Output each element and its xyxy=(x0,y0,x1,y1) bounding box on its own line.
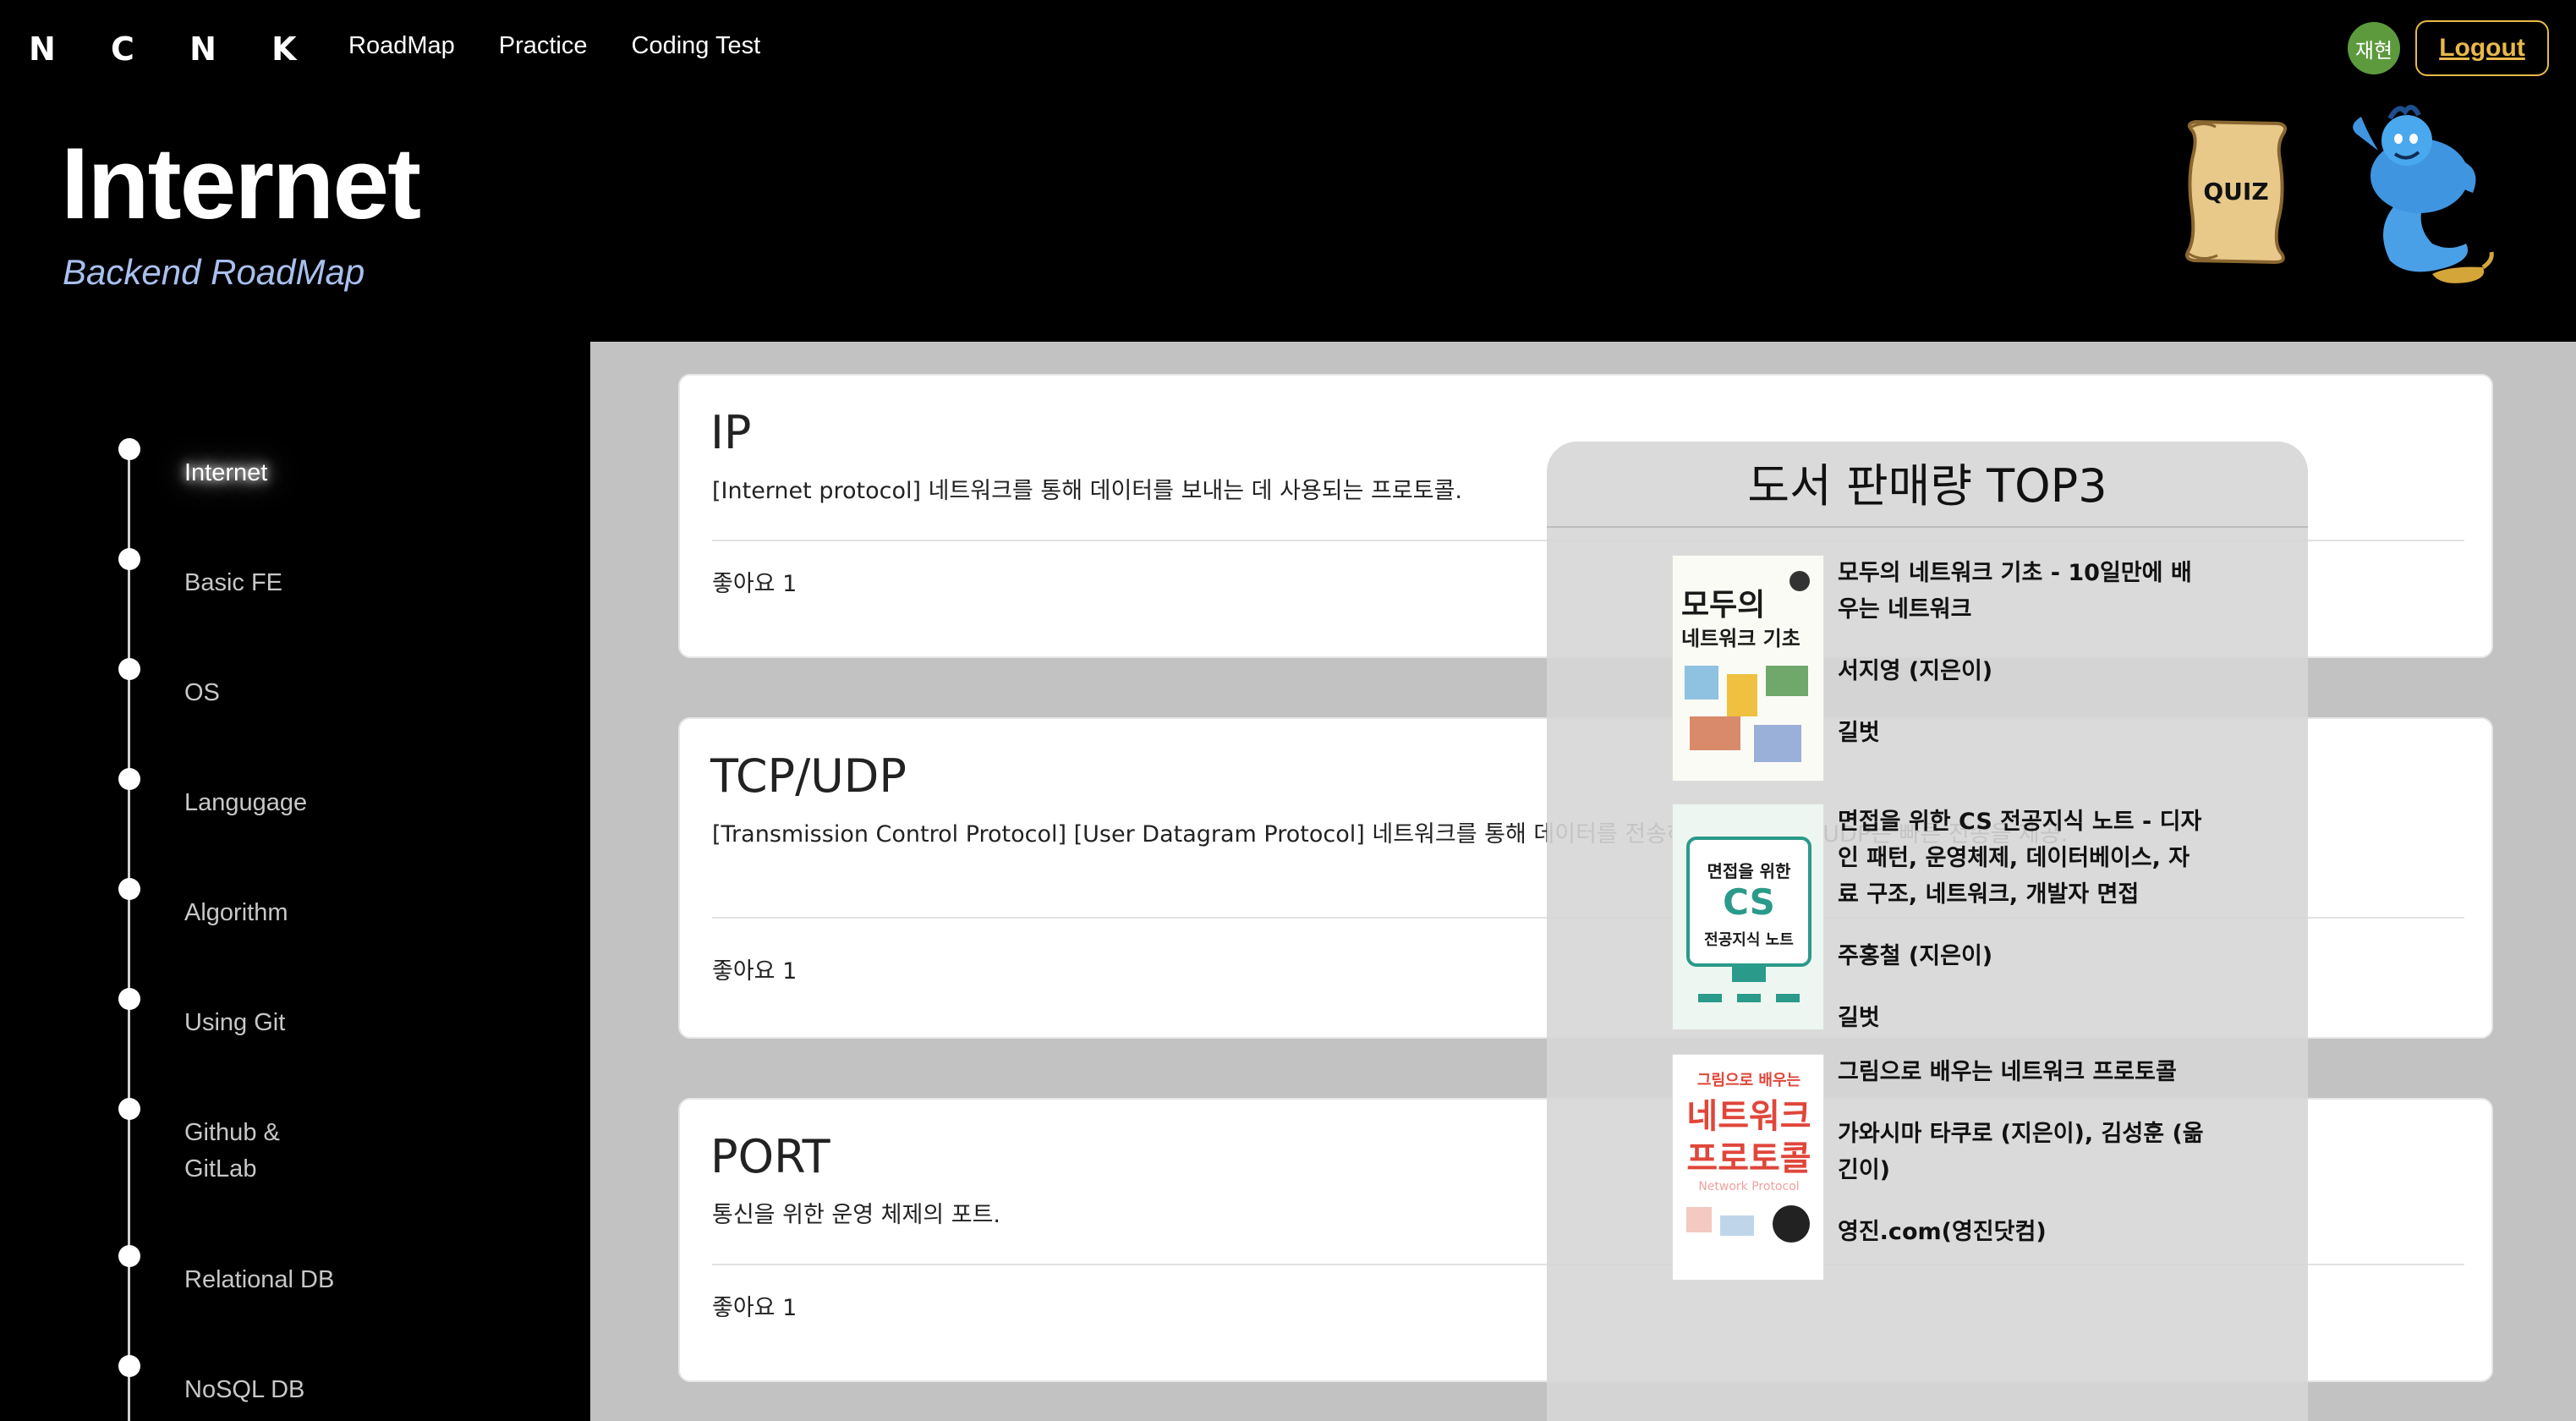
genie-mascot-icon xyxy=(2339,100,2497,291)
like-count[interactable]: 좋아요 1 xyxy=(712,1289,797,1322)
book-publisher: 영진.com(영진닷컴) xyxy=(1838,1219,2047,1245)
timeline-dot xyxy=(118,988,140,1010)
sidebar-item-label: Relational DB xyxy=(184,1266,335,1293)
sidebar-item-label: Github & GitLab xyxy=(184,1119,280,1182)
book-publisher: 길벗 xyxy=(1838,1005,1880,1031)
sidebar-item-label: NoSQL DB xyxy=(184,1376,305,1403)
quiz-label: QUIZ xyxy=(2203,178,2268,206)
topic-title: PORT xyxy=(710,1130,830,1183)
nav-link-coding-test[interactable]: Coding Test xyxy=(632,32,761,60)
sidebar-item-label: Internet xyxy=(184,459,268,486)
logout-button[interactable]: Logout xyxy=(2415,20,2549,76)
sidebar-item-label: Langugage xyxy=(184,789,308,816)
book-info: 모두의 네트워크 기초 - 10일만에 배우는 네트워크 서지영 (지은이) 길… xyxy=(1838,555,2210,776)
book-title: 면접을 위한 CS 전공지식 노트 - 디자인 패턴, 운영체제, 데이터베이스… xyxy=(1838,809,2202,908)
timeline-dot xyxy=(118,1355,140,1377)
book-cover-image: 면접을 위한 CS 전공지식 노트 xyxy=(1672,804,1824,1030)
book-cover-image: 그림으로 배우는 네트워크 프로토콜 Network Protocol xyxy=(1672,1054,1824,1281)
book-cover-image: 모두의 네트워크 기초 xyxy=(1672,555,1824,782)
sidebar-item-label: OS xyxy=(184,679,220,706)
timeline-dot xyxy=(118,548,140,570)
book-info: 그림으로 배우는 네트워크 프로토콜 가와시마 타쿠로 (지은이), 김성훈 (… xyxy=(1838,1054,2210,1276)
sidebar-item-label: Basic FE xyxy=(184,569,283,596)
nav-links: RoadMap Practice Coding Test xyxy=(348,32,760,60)
book-publisher: 길벗 xyxy=(1838,720,1880,746)
svg-text:Network Protocol: Network Protocol xyxy=(1698,1180,1799,1193)
avatar[interactable]: 재현 xyxy=(2348,22,2400,74)
page-title: Internet xyxy=(61,127,421,240)
book-author: 가와시마 타쿠로 (지은이), 김성훈 (옮긴이) xyxy=(1838,1121,2204,1183)
book-title: 그림으로 배우는 네트워크 프로토콜 xyxy=(1838,1059,2177,1085)
book-author: 주홍철 (지은이) xyxy=(1838,943,1993,969)
page-subtitle: Backend RoadMap xyxy=(63,252,365,292)
svg-text:그림으로 배우는: 그림으로 배우는 xyxy=(1697,1072,1800,1089)
svg-text:전공지식 노트: 전공지식 노트 xyxy=(1704,931,1794,949)
svg-text:네트워크: 네트워크 xyxy=(1686,1097,1811,1136)
book-author: 서지영 (지은이) xyxy=(1838,658,1993,684)
like-count[interactable]: 좋아요 1 xyxy=(712,952,797,985)
bestseller-divider xyxy=(1547,526,2308,528)
bestseller-title: 도서 판매량 TOP3 xyxy=(1747,459,2107,513)
svg-text:프로토콜: 프로토콜 xyxy=(1686,1139,1811,1178)
topic-title: TCP/UDP xyxy=(710,749,907,803)
timeline-line xyxy=(128,450,130,1421)
timeline-dot xyxy=(118,1098,140,1120)
roadmap-sidebar: Internet Basic FE OS Langugage Algorithm… xyxy=(0,342,590,1421)
top-nav: N C N K RoadMap Practice Coding Test 재현 … xyxy=(0,0,2576,98)
sidebar-item-label: Using Git xyxy=(184,1009,286,1036)
logo[interactable]: N C N K xyxy=(29,30,319,68)
topic-title: IP xyxy=(710,406,752,459)
svg-text:네트워크 기초: 네트워크 기초 xyxy=(1681,627,1800,650)
bestseller-panel: 도서 판매량 TOP3 모두의 네트워크 기초 모두의 네트워크 기초 - 10… xyxy=(1547,442,2308,1421)
timeline-dot xyxy=(118,658,140,680)
svg-text:모두의: 모두의 xyxy=(1681,588,1765,623)
timeline-dot xyxy=(118,878,140,900)
quiz-scroll-button[interactable]: QUIZ xyxy=(2177,118,2295,265)
nav-link-roadmap[interactable]: RoadMap xyxy=(348,32,455,60)
sidebar-item-label: Algorithm xyxy=(184,899,288,926)
book-info: 면접을 위한 CS 전공지식 노트 - 디자인 패턴, 운영체제, 데이터베이스… xyxy=(1838,804,2210,1062)
like-count[interactable]: 좋아요 1 xyxy=(712,565,797,598)
book-title: 모두의 네트워크 기초 - 10일만에 배우는 네트워크 xyxy=(1838,560,2192,623)
timeline-dot xyxy=(118,438,140,460)
timeline-dot xyxy=(118,1245,140,1267)
svg-text:면접을 위한: 면접을 위한 xyxy=(1707,861,1792,881)
nav-link-practice[interactable]: Practice xyxy=(499,32,588,60)
scroll-icon: QUIZ xyxy=(2185,119,2287,265)
timeline-dot xyxy=(118,768,140,790)
svg-text:CS: CS xyxy=(1723,881,1775,923)
